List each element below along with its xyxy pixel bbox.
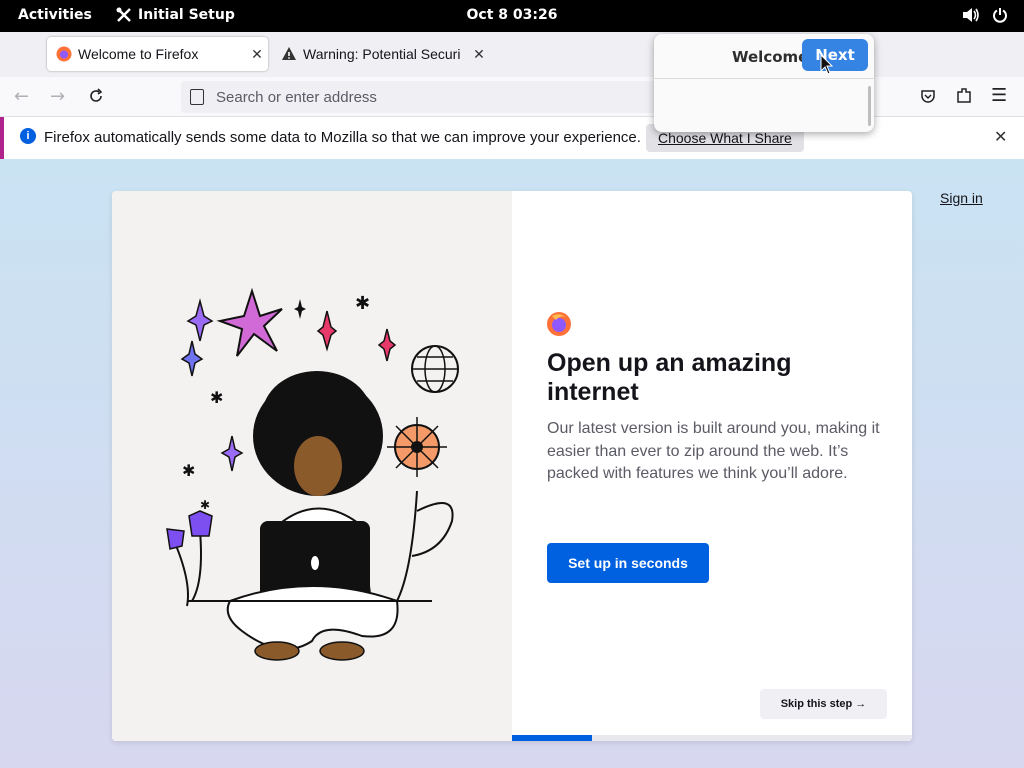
progress-fill: [512, 735, 592, 741]
page-icon: [190, 89, 204, 105]
reload-icon[interactable]: [88, 88, 104, 104]
power-icon: [993, 8, 1007, 23]
svg-text:✱: ✱: [355, 293, 370, 314]
gnome-top-bar: Activities Initial Setup Oct 8 03:26: [0, 0, 1024, 32]
skip-this-step-button[interactable]: Skip this step →: [760, 689, 887, 719]
tab-title: Welcome to Firefox: [78, 46, 199, 62]
svg-text:✱: ✱: [182, 461, 195, 480]
system-menu[interactable]: [962, 7, 1008, 23]
pocket-icon[interactable]: [920, 88, 936, 104]
next-button[interactable]: Next: [802, 39, 868, 71]
welcome-heading: Open up an amazing internet: [547, 349, 792, 406]
tab-close-icon[interactable]: ✕: [246, 46, 268, 63]
url-placeholder: Search or enter address: [216, 88, 377, 106]
svg-text:✱: ✱: [200, 498, 210, 512]
progress-indicator: [512, 735, 912, 741]
sign-in-link[interactable]: Sign in: [940, 190, 983, 206]
welcome-page: Sign in ✱ ✱ ✱ ✱ Open up an amazing inter…: [0, 159, 1024, 768]
tab-title: Warning: Potential Securi: [303, 46, 461, 62]
initial-setup-window: Welcome Next: [654, 34, 874, 132]
clock[interactable]: Oct 8 03:26: [0, 7, 1024, 23]
firefox-icon: [56, 46, 72, 62]
scrollbar[interactable]: [868, 86, 871, 126]
illustration-panel: ✱ ✱ ✱ ✱: [112, 191, 512, 741]
notification-close-icon[interactable]: ✕: [994, 127, 1007, 147]
back-arrow-icon[interactable]: ←: [14, 86, 29, 107]
person-with-laptop-illustration: ✱ ✱ ✱ ✱: [166, 287, 459, 661]
setup-title: Welcome: [732, 48, 809, 66]
mouse-cursor-icon: [820, 54, 834, 75]
forward-arrow-icon[interactable]: →: [50, 86, 65, 107]
volume-icon: [963, 8, 979, 22]
notification-message: Firefox automatically sends some data to…: [44, 129, 641, 146]
welcome-subtitle: Our latest version is built around you, …: [547, 420, 880, 482]
welcome-card: ✱ ✱ ✱ ✱ Open up an amazing internet Our …: [112, 191, 912, 741]
set-up-in-seconds-button[interactable]: Set up in seconds: [547, 543, 709, 583]
url-bar[interactable]: Search or enter address: [181, 81, 721, 113]
info-icon: i: [20, 128, 36, 144]
divider: [654, 78, 874, 79]
extensions-icon[interactable]: [956, 87, 972, 104]
svg-text:✱: ✱: [210, 388, 223, 407]
firefox-logo-icon: [547, 312, 571, 336]
tab-close-icon[interactable]: ✕: [468, 46, 490, 63]
tab-welcome-to-firefox[interactable]: Welcome to Firefox ✕: [47, 37, 268, 71]
menu-icon[interactable]: ☰: [991, 85, 1007, 106]
tab-warning[interactable]: Warning: Potential Securi ✕: [272, 37, 490, 71]
warning-icon: [282, 47, 296, 60]
